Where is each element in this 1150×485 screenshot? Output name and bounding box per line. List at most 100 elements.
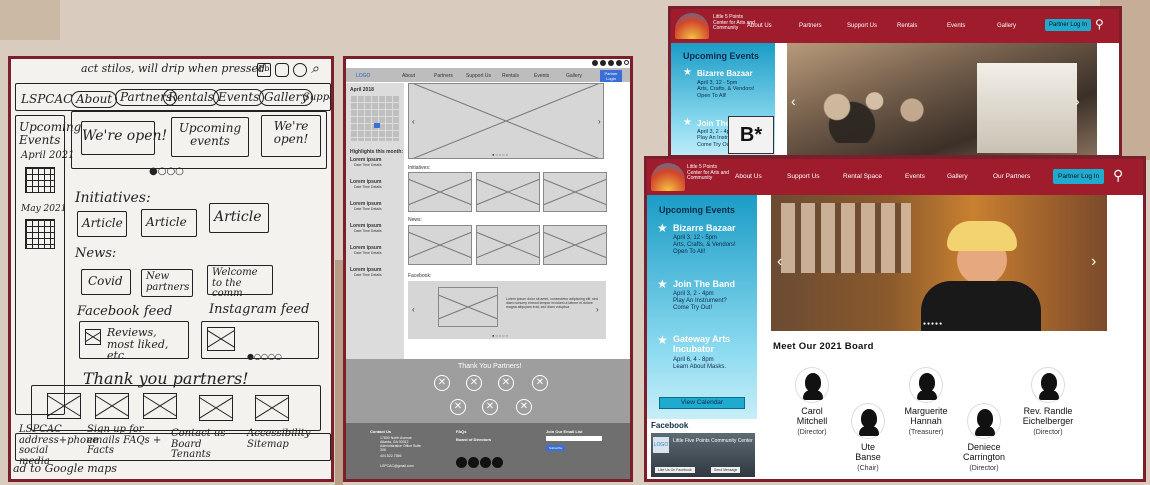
star-icon: ★ — [683, 117, 692, 128]
wire-email[interactable]: LSPCAC@gmail.com — [380, 464, 414, 468]
wire-nav-item[interactable]: Events — [534, 73, 549, 79]
sketch-slide: We're open! — [261, 115, 321, 157]
site-a-nav-item[interactable]: Partners — [799, 23, 822, 29]
board-member-portrait — [795, 367, 829, 403]
wire-initiative-card[interactable] — [408, 172, 472, 212]
site-b-event-title[interactable]: Join The Band — [673, 279, 735, 289]
board-member-role: (Director) — [1033, 429, 1063, 436]
wire-next-arrow[interactable]: › — [598, 117, 601, 126]
wire-social-icon[interactable] — [600, 60, 606, 66]
facebook-icon[interactable] — [456, 457, 467, 468]
wire-partner-logo[interactable]: ✕ — [516, 399, 532, 415]
wire-fb-prev[interactable]: ‹ — [412, 305, 415, 314]
sketch-partner-logo — [47, 393, 81, 419]
site-b-logo[interactable] — [651, 163, 685, 191]
wire-partner-logo[interactable]: ✕ — [498, 375, 514, 391]
sketch-upcoming: Upcoming Events — [19, 120, 82, 147]
site-a-prev-arrow[interactable]: ‹ — [791, 93, 796, 109]
wire-nav-item[interactable]: Gallery — [566, 73, 582, 79]
site-b-nav-item[interactable]: Our Partners — [993, 173, 1030, 180]
fb-like-button[interactable]: Like Us On Facebook — [655, 467, 695, 473]
wire-fb-image[interactable] — [438, 287, 498, 327]
wire-news-card[interactable] — [408, 225, 472, 265]
background-tile — [335, 260, 343, 485]
sketch-news-item: Covid — [81, 269, 131, 295]
site-b-nav-item[interactable]: Rental Space — [843, 173, 882, 180]
wire-nav-item[interactable]: Rentals — [502, 73, 519, 79]
search-icon[interactable]: ⚲ — [1113, 167, 1123, 184]
wireframe-panel: LOGO About Partners Support Us Rentals E… — [343, 56, 633, 482]
wire-fb-next[interactable]: › — [596, 305, 599, 314]
fb-page-name[interactable]: Little Five Points Community Center — [673, 438, 753, 445]
audience-figures — [807, 83, 957, 143]
wire-nav-item[interactable]: About — [402, 73, 415, 79]
wire-dots[interactable]: ●○○○○ — [492, 152, 509, 157]
site-a-nav-item[interactable]: Support Us — [847, 23, 877, 29]
wire-partner-logo[interactable]: ✕ — [482, 399, 498, 415]
wire-calendar-today[interactable] — [374, 123, 380, 128]
site-a-nav-item[interactable]: About Us — [747, 23, 772, 29]
wire-partner-logo[interactable]: ✕ — [434, 375, 450, 391]
wire-initiative-card[interactable] — [476, 172, 540, 212]
wire-nav-item[interactable]: Partners — [434, 73, 453, 79]
wire-hero-slider[interactable] — [408, 83, 604, 159]
site-a-nav-item[interactable]: Gallery — [997, 23, 1016, 29]
view-calendar-button[interactable]: View Calendar — [659, 397, 745, 409]
wire-highlight-details: Date Time Details — [354, 251, 382, 255]
site-a-event-title[interactable]: Bizarre Bazaar — [697, 69, 753, 78]
site-b-nav-item[interactable]: Events — [905, 173, 925, 180]
wire-social-icon[interactable] — [616, 60, 622, 66]
fb-page-logo: LOGO — [653, 437, 669, 453]
wire-prev-arrow[interactable]: ‹ — [412, 117, 415, 126]
site-b-prev-arrow[interactable]: ‹ — [777, 253, 782, 271]
wire-social-icon[interactable] — [592, 60, 598, 66]
site-b-next-arrow[interactable]: › — [1091, 253, 1096, 271]
wire-social-icon[interactable] — [608, 60, 614, 66]
site-b-nav-item[interactable]: About Us — [735, 173, 762, 180]
wire-partner-logo[interactable]: ✕ — [450, 399, 466, 415]
fb-message-button[interactable]: Send Message — [711, 467, 741, 473]
wire-dots[interactable]: ●○○○○ — [492, 333, 509, 338]
site-a-event-body: April 3, 12 - 5pm Arts, Crafts, & Vendor… — [697, 80, 755, 99]
facebook-widget[interactable]: LOGO Little Five Points Community Center… — [651, 433, 755, 477]
site-b-event-title[interactable]: Gateway Arts Incubator — [673, 334, 753, 355]
wire-phone: 404.522.7556 — [380, 454, 402, 458]
wire-faqs[interactable]: FAQs — [456, 429, 466, 434]
wire-search-icon[interactable] — [624, 60, 629, 65]
wire-news-card[interactable] — [476, 225, 540, 265]
sketch-search-icon: ⌕ — [311, 61, 319, 77]
sketch-instagram-icon — [275, 63, 289, 77]
sketch-nav-item: About — [71, 91, 118, 108]
site-a-next-arrow[interactable]: › — [1075, 93, 1080, 109]
wire-login-button[interactable]: Partner Login — [600, 70, 622, 82]
site-b-nav-item[interactable]: Support Us — [787, 173, 820, 180]
wire-calendar[interactable] — [350, 95, 400, 141]
site-b-logo-text: Little 5 Points Center for Arts and Comm… — [687, 164, 729, 181]
wire-highlight-details: Date Time Details — [354, 163, 382, 167]
wire-partner-logo[interactable]: ✕ — [532, 375, 548, 391]
wire-board[interactable]: Board of Directors — [456, 437, 491, 442]
photo-wall — [781, 203, 911, 273]
site-b-login-button[interactable]: Partner Log In — [1053, 169, 1105, 184]
board-member-role: (Chair) — [857, 465, 879, 472]
site-a-nav-item[interactable]: Rentals — [897, 23, 917, 29]
site-b-event-title[interactable]: Bizarre Bazaar — [673, 223, 736, 233]
site-a-logo[interactable] — [675, 13, 709, 39]
twitter-icon[interactable] — [468, 457, 479, 468]
wire-partner-logo[interactable]: ✕ — [466, 375, 482, 391]
site-a-nav-item[interactable]: Events — [947, 23, 965, 29]
site-b-nav-item[interactable]: Gallery — [947, 173, 968, 180]
wire-logo[interactable]: LOGO — [356, 73, 370, 79]
wire-nav-item[interactable]: Support Us — [466, 73, 491, 79]
wire-initiative-card[interactable] — [543, 172, 607, 212]
wire-news-card[interactable] — [543, 225, 607, 265]
wire-subscribe-button[interactable]: Subscribe — [546, 445, 566, 451]
youtube-icon[interactable] — [480, 457, 491, 468]
search-icon[interactable]: ⚲ — [1095, 17, 1104, 31]
instagram-icon[interactable] — [492, 457, 503, 468]
wire-email-input[interactable] — [546, 436, 602, 441]
site-a-login-button[interactable]: Partner Log In — [1045, 19, 1092, 31]
background-tile — [0, 0, 60, 40]
site-b-slider-dots[interactable]: ●●●●● — [923, 321, 943, 327]
board-title: Meet Our 2021 Board — [773, 341, 874, 352]
